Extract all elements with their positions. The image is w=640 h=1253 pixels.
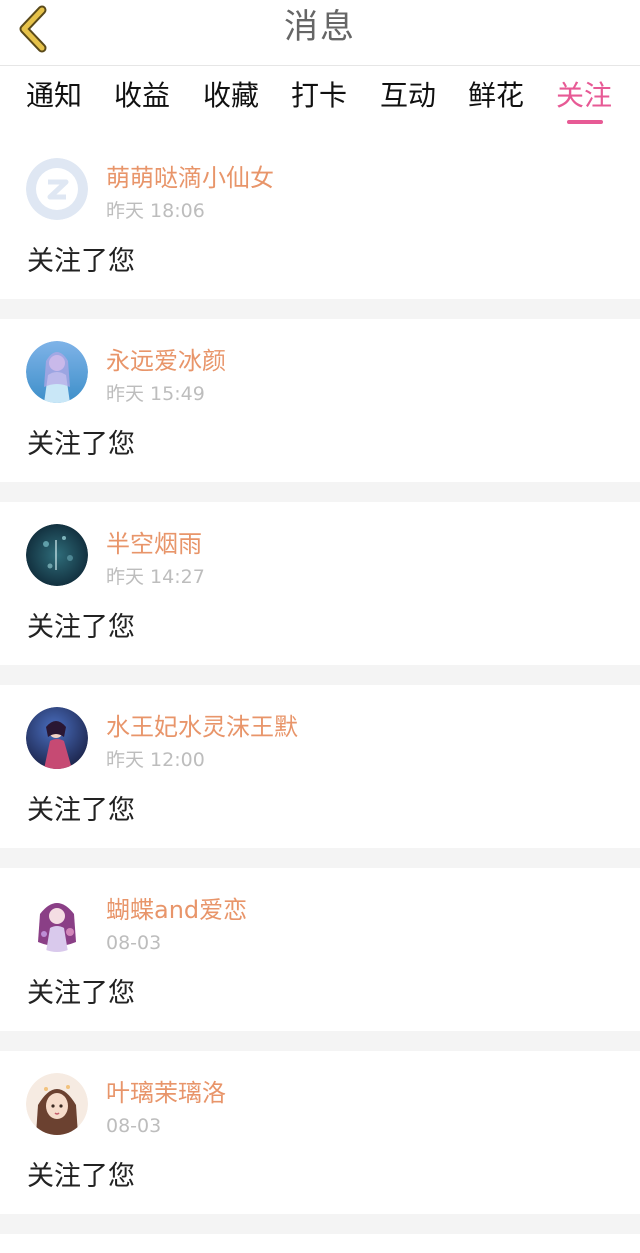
tab-checkin[interactable]: 打卡	[291, 76, 347, 116]
divider	[0, 665, 640, 685]
user-avatar[interactable]	[26, 524, 88, 586]
tab-notice[interactable]: 通知	[26, 76, 82, 116]
user-avatar[interactable]	[26, 341, 88, 403]
tab-interaction[interactable]: 互动	[380, 76, 436, 116]
user-avatar[interactable]	[26, 707, 88, 769]
tab-follow[interactable]: 关注	[556, 76, 612, 116]
divider	[0, 299, 640, 319]
message-text: 关注了您	[27, 612, 135, 643]
list-item[interactable]: 蝴蝶and爱恋 08-03 关注了您	[0, 868, 640, 1031]
timestamp: 昨天 18:06	[106, 200, 205, 222]
timestamp: 昨天 15:49	[106, 383, 205, 405]
list-item[interactable]: 永远爱冰颜 昨天 15:49 关注了您	[0, 319, 640, 482]
divider	[0, 482, 640, 502]
list-item[interactable]: 半空烟雨 昨天 14:27 关注了您	[0, 502, 640, 665]
tab-favorites[interactable]: 收藏	[203, 76, 259, 116]
user-nickname[interactable]: 半空烟雨	[106, 528, 202, 560]
divider	[0, 1214, 640, 1234]
notification-list: 萌萌哒滴小仙女 昨天 18:06 关注了您 永远爱冰颜 昨天 15:49 关注了…	[0, 136, 640, 1234]
message-text: 关注了您	[27, 978, 135, 1009]
list-item[interactable]: 水王妃水灵沫王默 昨天 12:00 关注了您	[0, 685, 640, 848]
user-avatar[interactable]	[26, 1073, 88, 1135]
divider	[0, 1031, 640, 1051]
user-nickname[interactable]: 叶璃茉璃洛	[106, 1077, 226, 1109]
user-nickname[interactable]: 蝴蝶and爱恋	[106, 894, 247, 926]
timestamp: 昨天 14:27	[106, 566, 205, 588]
header-bar: 消息	[0, 0, 640, 66]
user-nickname[interactable]: 萌萌哒滴小仙女	[106, 162, 274, 194]
tab-bar: 通知 收益 收藏 打卡 互动 鲜花 关注	[0, 66, 640, 136]
message-text: 关注了您	[27, 795, 135, 826]
timestamp: 08-03	[106, 1115, 162, 1137]
divider	[0, 848, 640, 868]
message-text: 关注了您	[27, 429, 135, 460]
default-avatar-icon[interactable]	[26, 158, 88, 220]
tab-earnings[interactable]: 收益	[114, 76, 170, 116]
list-item[interactable]: 萌萌哒滴小仙女 昨天 18:06 关注了您	[0, 136, 640, 299]
message-text: 关注了您	[27, 1161, 135, 1192]
user-nickname[interactable]: 水王妃水灵沫王默	[106, 711, 298, 743]
tab-flowers[interactable]: 鲜花	[468, 76, 524, 116]
active-tab-indicator	[567, 120, 603, 124]
timestamp: 08-03	[106, 932, 162, 954]
page-title: 消息	[284, 7, 356, 47]
timestamp: 昨天 12:00	[106, 749, 205, 771]
user-nickname[interactable]: 永远爱冰颜	[106, 345, 226, 377]
user-avatar[interactable]	[26, 890, 88, 952]
list-item[interactable]: 叶璃茉璃洛 08-03 关注了您	[0, 1051, 640, 1214]
message-text: 关注了您	[27, 246, 135, 277]
